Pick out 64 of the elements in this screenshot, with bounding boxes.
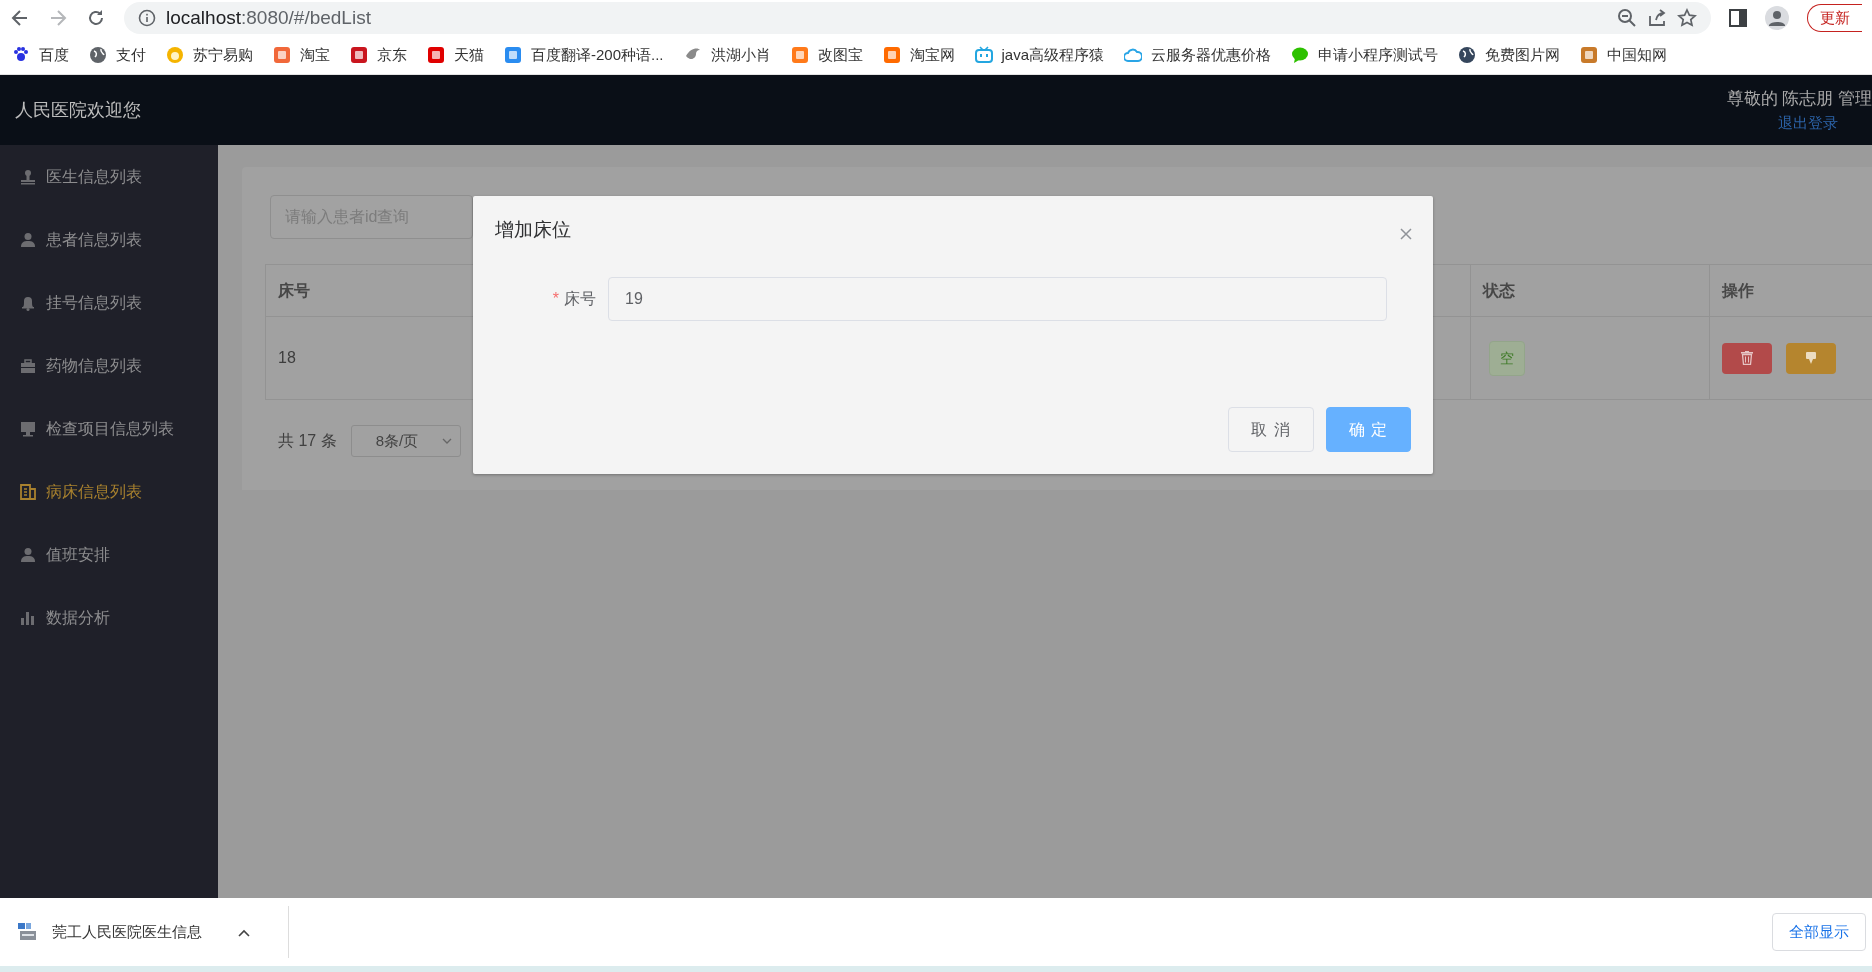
download-item[interactable]: 莞工人民医院医生信息 [0,906,289,958]
bookmark[interactable]: 申请小程序测试号 [1291,43,1439,67]
bookmark[interactable]: 淘宝 [273,43,330,67]
profile-icon[interactable] [1765,6,1789,30]
bookmark[interactable]: 改图宝 [790,43,863,67]
bookmark[interactable]: 天猫 [427,43,484,67]
building-icon [20,483,36,500]
info-icon[interactable] [138,9,156,27]
bookmark[interactable]: 百度翻译-200种语... [504,43,664,67]
cancel-button[interactable]: 取 消 [1228,407,1314,452]
url-text: localhost:8080/#/bedList [166,5,371,30]
sidebar-item[interactable]: 挂号信息列表 [0,271,218,334]
sidebar-item[interactable]: 医生信息列表 [0,145,218,208]
bookmark[interactable]: 洪湖小肖 [683,43,771,67]
monitor-icon [20,420,36,437]
greeting-text: 尊敬的 陈志朋 管理 [1726,88,1872,110]
chevron-up-icon [238,928,250,937]
bookmark[interactable]: 苏宁易购 [166,43,253,67]
sidebar-item[interactable]: 值班安排 [0,523,218,586]
app-title: 人民医院欢迎您 [15,98,141,122]
bookmark[interactable]: java高级程序猿 [974,43,1105,67]
stamp-icon [20,168,36,185]
chevron-down-icon [441,438,452,444]
sidebar-item[interactable]: 病床信息列表 [0,460,218,523]
trash-icon [1741,351,1753,365]
share-icon[interactable] [1647,8,1667,28]
sidebar-item[interactable]: 检查项目信息列表 [0,397,218,460]
column-header: 状态 [1470,265,1709,317]
zoom-icon[interactable] [1617,8,1637,28]
required-mark: * [552,289,559,307]
person-icon [20,546,36,563]
bed-number-field[interactable]: 19 [608,276,1387,321]
sidebar-item[interactable]: 数据分析 [0,586,218,649]
page-size-select[interactable]: 8条/页 [350,425,461,457]
bookmark[interactable]: 京东 [350,43,407,67]
delete-button[interactable] [1722,342,1772,374]
briefcase-icon [20,357,36,374]
show-all-button[interactable]: 全部显示 [1772,912,1866,952]
bookmark[interactable]: 淘宝网 [882,43,955,67]
dialog-title: 增加床位 [495,218,571,242]
bookmark[interactable]: 云服务器优惠价格 [1124,43,1272,67]
file-icon [18,923,38,941]
table-cell-text: 18 [277,348,297,368]
status-tag: 空 [1489,340,1525,376]
marker-icon [1806,352,1816,364]
reload-icon[interactable] [86,8,106,28]
side-panel-icon[interactable] [1729,9,1747,27]
bookmark[interactable]: 免费图片网 [1458,43,1561,67]
total-count: 共 17 条 [278,431,337,451]
person-icon [20,231,36,248]
sidebar-item[interactable]: 药物信息列表 [0,334,218,397]
bell-icon [20,294,36,311]
update-button[interactable]: 更新 [1807,3,1862,33]
close-icon [1400,227,1412,240]
bookmark[interactable]: 支付 [89,43,146,67]
bookmark[interactable]: 中国知网 [1580,43,1668,67]
bar-chart-icon [20,609,36,626]
bookmark[interactable]: 百度 [12,43,69,67]
column-header: 操作 [1709,265,1872,317]
field-label: 床号 [564,289,596,307]
address-bar[interactable]: localhost:8080/#/bedList [124,2,1711,34]
sidebar-item[interactable]: 患者信息列表 [0,208,218,271]
star-icon[interactable] [1677,8,1697,28]
back-icon[interactable] [10,8,30,28]
